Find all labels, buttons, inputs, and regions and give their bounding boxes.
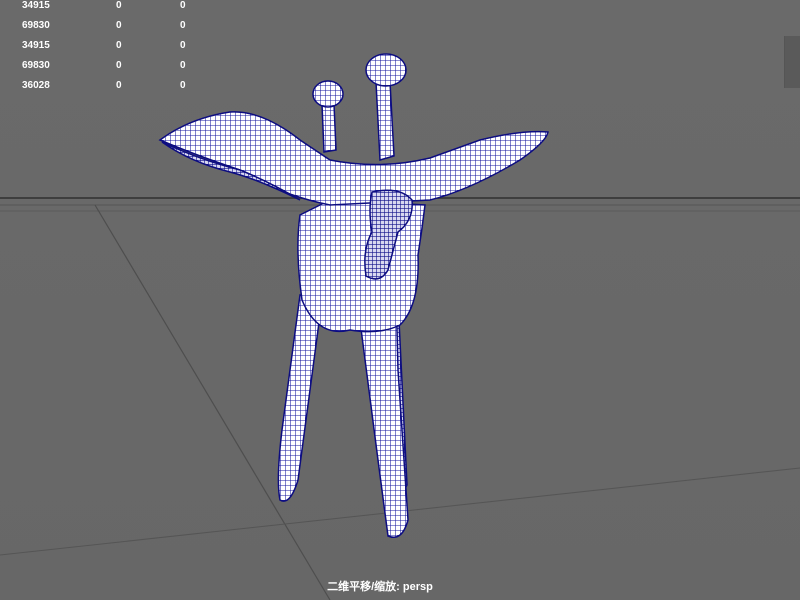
hud-value: 34915 [22, 40, 50, 51]
hud-value: 0 [180, 60, 186, 71]
hud-value: 0 [116, 40, 122, 51]
hud-value: 0 [180, 40, 186, 51]
hud-value: 0 [180, 80, 186, 91]
hud-value: 0 [116, 80, 122, 91]
vessel-pillar-cap-tall [365, 53, 407, 87]
vessel-pillar-tall [375, 81, 395, 161]
hud-row: 69830 0 0 [0, 60, 200, 72]
hud-value: 0 [116, 0, 122, 11]
hud-row: 34915 0 0 [0, 40, 200, 52]
hud-value: 69830 [22, 20, 50, 31]
vessel-leg-left [277, 294, 323, 502]
hud-row: 69830 0 0 [0, 20, 200, 32]
hud-value: 36028 [22, 80, 50, 91]
hud-value: 34915 [22, 0, 50, 11]
hud-row: 36028 0 0 [0, 80, 200, 92]
vessel-spout-left [158, 111, 549, 206]
wireframe-model[interactable] [158, 53, 549, 538]
hud-value: 0 [116, 60, 122, 71]
vessel-pillar-short [321, 103, 337, 153]
hud-value: 0 [116, 20, 122, 31]
hud-value: 0 [180, 20, 186, 31]
hud-row: 34915 0 0 [0, 0, 200, 12]
viewport-scroll-handle[interactable] [784, 36, 800, 88]
hud-value: 69830 [22, 60, 50, 71]
hud-value: 0 [180, 0, 186, 11]
camera-label: 二维平移/缩放: persp [327, 581, 433, 593]
3d-viewport[interactable]: 34915 0 0 69830 0 0 34915 0 0 69830 0 0 … [0, 0, 800, 600]
vessel-pillar-cap-short [312, 80, 344, 108]
